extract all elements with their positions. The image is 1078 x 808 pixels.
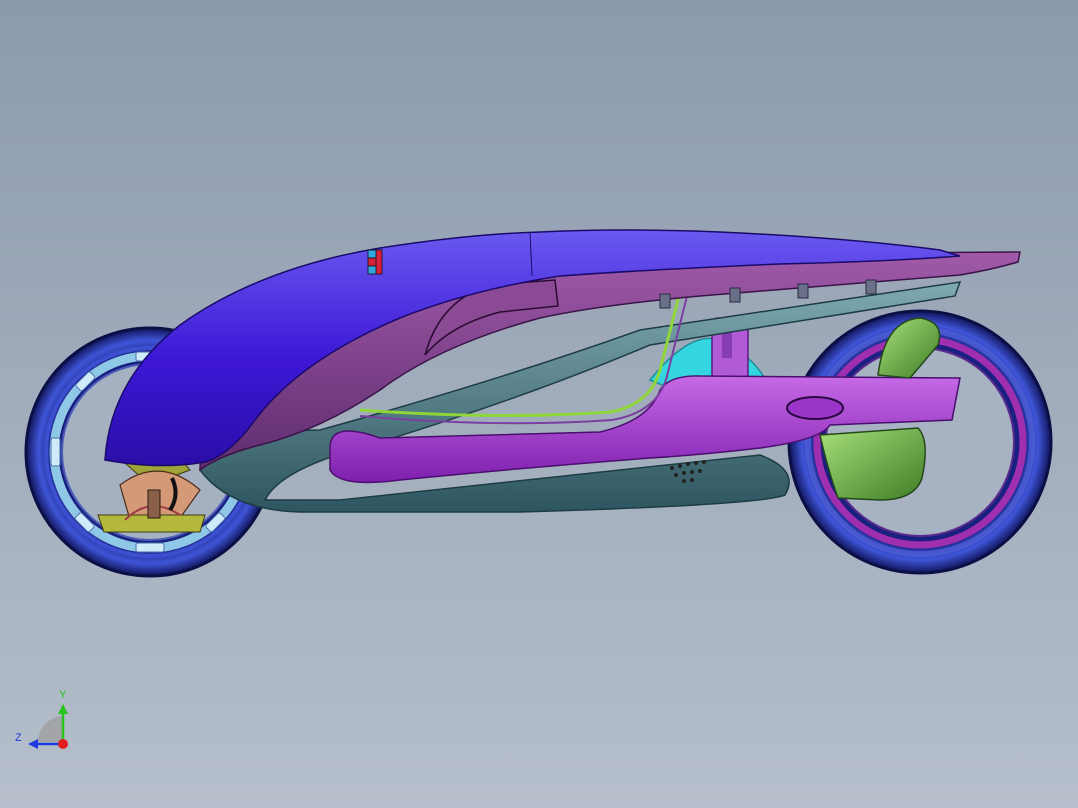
model-scene[interactable] [0,0,1078,808]
battery-pack [819,427,926,501]
canopy-decal [367,249,383,275]
triad-x-axis-dot [58,739,68,749]
3d-viewport[interactable]: Y Z [0,0,1078,808]
swingarm-badge [786,396,844,420]
triad-z-label: Z [15,732,22,744]
triad-y-label: Y [59,689,67,701]
